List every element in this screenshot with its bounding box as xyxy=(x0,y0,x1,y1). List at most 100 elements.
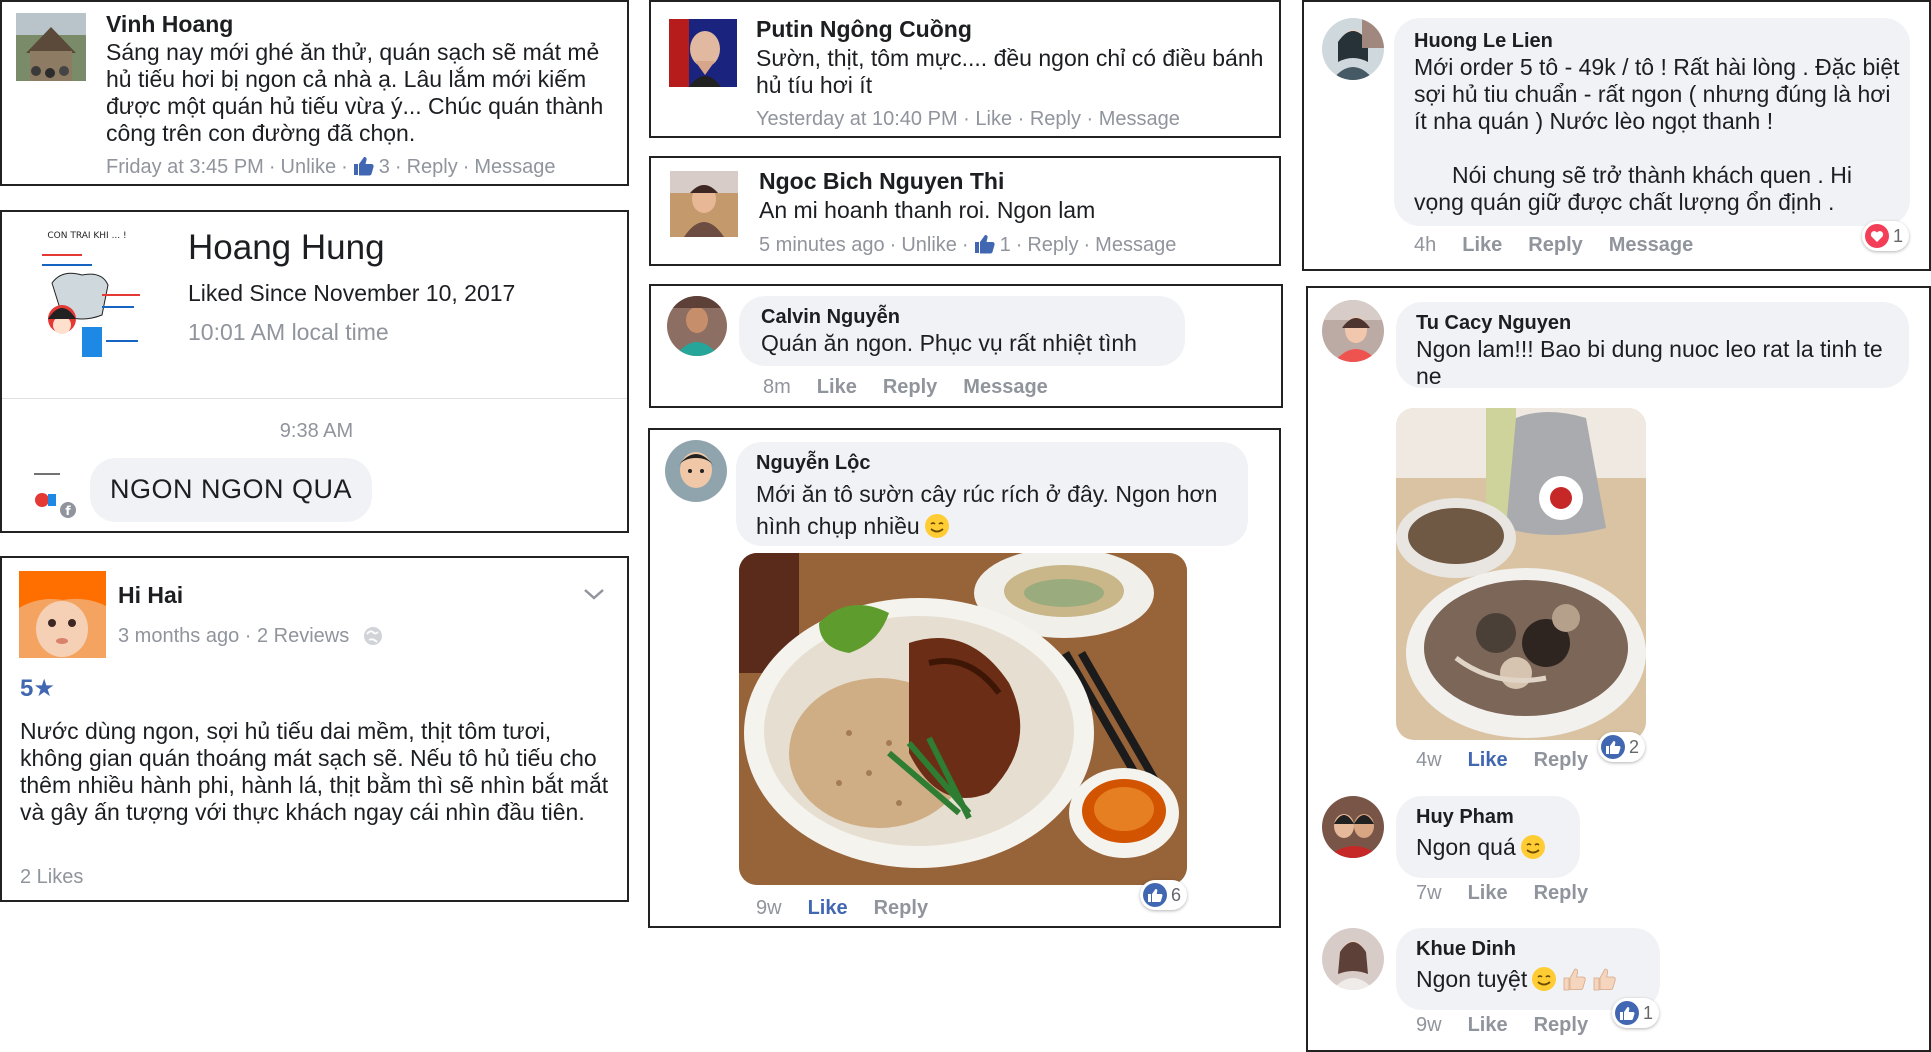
profile-name[interactable]: Hoang Hung xyxy=(188,228,385,268)
like-reaction-icon xyxy=(1143,883,1167,907)
author-name[interactable]: Vinh Hoang xyxy=(106,11,233,38)
like-button[interactable]: Like xyxy=(1468,749,1508,772)
reply-button[interactable]: Reply xyxy=(883,376,937,399)
like-count[interactable]: 1 xyxy=(974,234,1011,257)
author-name[interactable]: Calvin Nguyễn xyxy=(761,306,900,329)
avatar[interactable] xyxy=(1322,796,1384,858)
reply-link[interactable]: Reply xyxy=(1027,234,1078,257)
messenger-hoang-hung: CON TRAI KHI ... ! Hoang Hung Liked Sinc… xyxy=(0,210,629,533)
liked-since: Liked Since November 10, 2017 xyxy=(188,280,516,306)
comment-calvin: Calvin Nguyễn Quán ăn ngon. Phục vụ rất … xyxy=(649,284,1283,408)
reaction-count[interactable]: 6 xyxy=(1140,880,1188,910)
like-button[interactable]: Like xyxy=(817,376,857,399)
comment-text: Ngon lam!!! Bao bi dung nuoc leo rat la … xyxy=(1416,336,1883,389)
author-name[interactable]: Putin Ngông Cuồng xyxy=(756,16,972,43)
comment-bubble: Huy Pham Ngon quá xyxy=(1396,796,1580,878)
message-link[interactable]: Message xyxy=(1095,234,1176,257)
comment-bubble: Tu Cacy Nguyen Ngon lam!!! Bao bi dung n… xyxy=(1396,302,1909,389)
comment-nguyen-loc: Nguyễn Lộc Mới ăn tô sườn cây rúc rích ở… xyxy=(648,428,1281,928)
comment-text: Ngon tuyệt xyxy=(1416,966,1617,993)
like-count[interactable]: 3 xyxy=(353,156,390,179)
local-time: 10:01 AM local time xyxy=(188,319,389,345)
profile-picture[interactable]: CON TRAI KHI ... ! xyxy=(22,223,152,365)
author-name[interactable]: Nguyễn Lộc xyxy=(756,452,870,475)
reply-button[interactable]: Reply xyxy=(1534,749,1588,772)
reply-button[interactable]: Reply xyxy=(1534,1014,1588,1037)
comment-ngoc-bich: Ngoc Bich Nguyen Thi An mi hoanh thanh r… xyxy=(649,156,1281,266)
comment-actions: 7w Like Reply xyxy=(1416,882,1614,905)
comment-text: Mới order 5 tô - 49k / tô ! Rất hài lòng… xyxy=(1414,54,1900,134)
comment-meta: Friday at 3:45 PM · Unlike · 3 · Reply · Message xyxy=(106,156,556,179)
like-reaction-icon xyxy=(1601,735,1625,759)
like-button[interactable]: Like xyxy=(1468,882,1508,905)
avatar[interactable] xyxy=(667,296,727,356)
review-meta-text[interactable]: 3 months ago · 2 Reviews xyxy=(118,625,349,648)
author-name[interactable]: Tu Cacy Nguyen xyxy=(1416,312,1571,335)
timestamp[interactable]: 4h xyxy=(1414,234,1436,257)
timestamp[interactable]: 7w xyxy=(1416,882,1442,905)
timestamp[interactable]: 5 minutes ago xyxy=(759,234,885,257)
avatar[interactable] xyxy=(19,571,106,658)
avatar[interactable] xyxy=(1322,928,1384,990)
comment-bubble: Huong Le Lien Mới order 5 tô - 49k / tô … xyxy=(1394,18,1910,226)
comment-meta: 5 minutes ago · Unlike · 1 · Reply · Message xyxy=(759,234,1177,257)
smiling-face-icon xyxy=(924,514,949,538)
author-name[interactable]: Hi Hai xyxy=(118,582,183,609)
comment-bubble: Calvin Nguyễn Quán ăn ngon. Phục vụ rất … xyxy=(739,296,1185,366)
avatar[interactable] xyxy=(16,13,86,81)
globe-icon xyxy=(363,625,383,648)
thumbs-up-icon xyxy=(353,157,374,176)
smiling-face-icon xyxy=(1520,835,1545,859)
thumbs-up-icon xyxy=(974,235,995,254)
reply-link[interactable]: Reply xyxy=(407,156,458,179)
message-button[interactable]: Message xyxy=(963,376,1048,399)
avatar[interactable] xyxy=(1322,18,1384,80)
comment-meta[interactable]: Yesterday at 10:40 PM · Like · Reply · M… xyxy=(756,108,1180,131)
avatar[interactable] xyxy=(669,19,737,87)
reply-button[interactable]: Reply xyxy=(1534,882,1588,905)
timestamp[interactable]: 9w xyxy=(1416,1014,1442,1037)
comment-actions: 4w Like Reply xyxy=(1416,749,1614,772)
timestamp[interactable]: 8m xyxy=(763,376,791,399)
comment-text: Sáng nay mới ghé ăn thử, quán sạch sẽ má… xyxy=(106,39,604,146)
thumbs-up-emoji-icon xyxy=(1563,968,1586,991)
comment-text: Quán ăn ngon. Phục vụ rất nhiệt tình xyxy=(761,330,1137,356)
timestamp[interactable]: 9w xyxy=(756,897,782,920)
reply-button[interactable]: Reply xyxy=(874,897,928,920)
smiling-face-icon xyxy=(1532,967,1557,991)
unlike-link[interactable]: Unlike xyxy=(281,156,337,179)
comment-actions: 8m Like Reply Message xyxy=(763,376,1074,399)
unlike-link[interactable]: Unlike xyxy=(901,234,957,257)
like-button[interactable]: Like xyxy=(1462,234,1502,257)
chevron-down-icon[interactable] xyxy=(582,584,606,604)
author-name[interactable]: Huy Pham xyxy=(1416,806,1514,829)
avatar-caption: CON TRAI KHI ... ! xyxy=(47,231,126,241)
comment-actions: 9w Like Reply xyxy=(1416,1014,1614,1037)
avatar[interactable] xyxy=(670,171,738,237)
reaction-count[interactable]: 1 xyxy=(1612,998,1660,1028)
comment-text-2: Nói chung sẽ trở thành khách quen . Hi v… xyxy=(1414,162,1852,215)
avatar[interactable] xyxy=(1322,300,1384,362)
reaction-count[interactable]: 2 xyxy=(1598,732,1646,762)
message-bubble[interactable]: NGON NGON QUA xyxy=(90,458,372,522)
attached-photo[interactable] xyxy=(739,553,1187,885)
message-button[interactable]: Message xyxy=(1609,234,1694,257)
sender-avatar[interactable]: f xyxy=(28,464,78,520)
author-name[interactable]: Khue Dinh xyxy=(1416,938,1516,961)
reaction-count[interactable]: 1 xyxy=(1862,221,1910,251)
likes-count[interactable]: 2 Likes xyxy=(20,866,83,889)
timestamp[interactable]: Friday at 3:45 PM xyxy=(106,156,264,179)
heart-reaction-icon xyxy=(1865,224,1889,248)
comment-actions: 4h Like Reply Message xyxy=(1414,234,1719,257)
message-link[interactable]: Message xyxy=(474,156,555,179)
attached-photo[interactable] xyxy=(1396,408,1646,740)
comment-bubble: Nguyễn Lộc Mới ăn tô sườn cây rúc rích ở… xyxy=(736,442,1248,546)
author-name[interactable]: Ngoc Bich Nguyen Thi xyxy=(759,168,1004,195)
avatar[interactable] xyxy=(665,440,727,502)
like-button[interactable]: Like xyxy=(1468,1014,1508,1037)
reply-button[interactable]: Reply xyxy=(1528,234,1582,257)
author-name[interactable]: Huong Le Lien xyxy=(1414,30,1553,53)
timestamp[interactable]: 4w xyxy=(1416,749,1442,772)
like-button[interactable]: Like xyxy=(808,897,848,920)
message-text: NGON NGON QUA xyxy=(110,474,353,504)
